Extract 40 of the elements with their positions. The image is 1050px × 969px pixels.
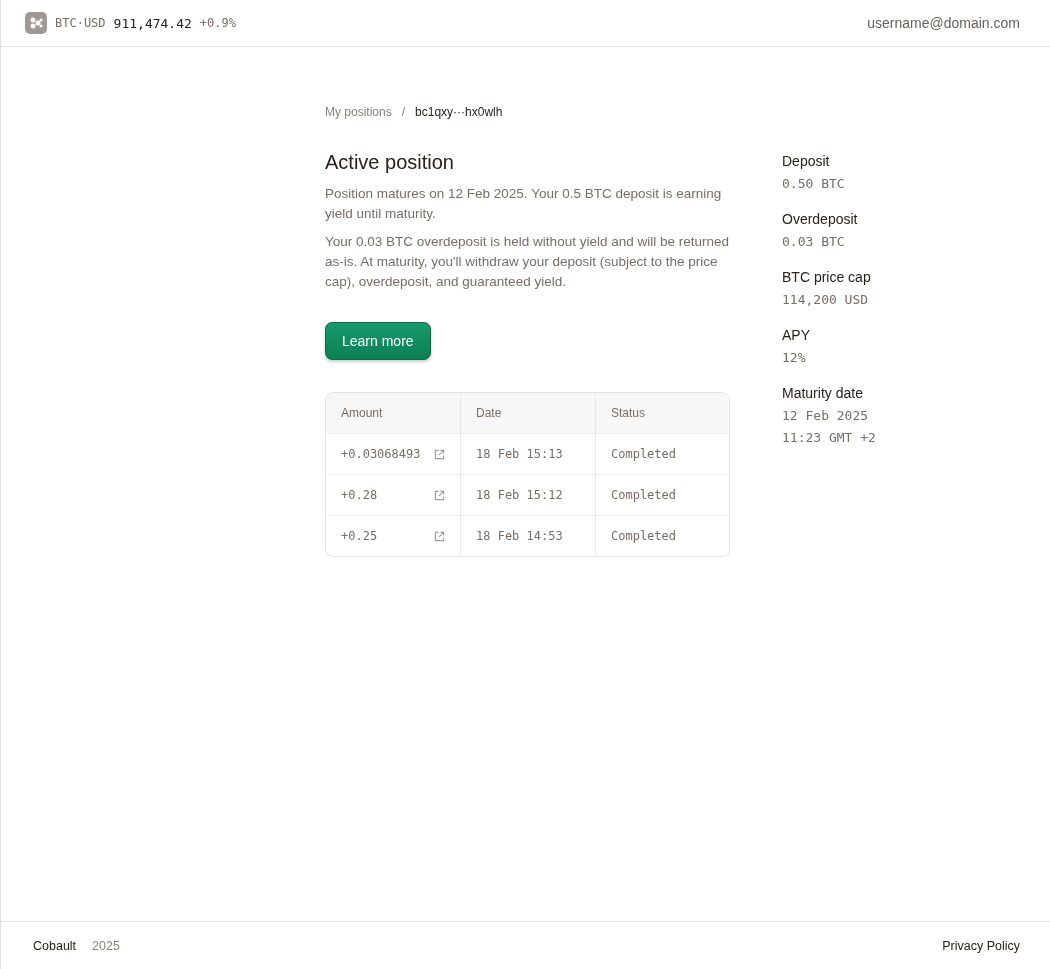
detail-value: 12 Feb 2025 11:23 GMT +2 — [782, 407, 877, 447]
amount-text: +0.28 — [341, 488, 378, 502]
amount-text: +0.25 — [341, 529, 378, 543]
breadcrumb-separator: / — [401, 105, 406, 119]
status-cell: Completed — [596, 515, 729, 556]
external-link-icon[interactable] — [434, 448, 445, 460]
privacy-policy-link[interactable]: Privacy Policy — [942, 938, 1020, 953]
ticker-pair: BTC·USD — [55, 16, 106, 30]
date-cell: 18 Feb 14:53 — [461, 515, 596, 556]
page-title: Active position — [325, 151, 455, 174]
detail-label: Deposit — [782, 153, 831, 169]
breadcrumb-link[interactable]: My positions — [325, 105, 392, 119]
detail-value: 12% — [782, 349, 807, 367]
external-link-icon[interactable] — [434, 530, 445, 542]
detail-value: 114,200 USD — [782, 291, 870, 309]
description-text: Your 0.03 BTC overdeposit is held without yield and will be returned as-is. At maturity, you'll withdraw your deposit (subject to the price cap), overdeposit, and guaranteed yield. — [325, 233, 730, 291]
description-text: Position matures on 12 Feb 2025. Your 0.5 BTC deposit is earning yield until maturity. — [325, 185, 723, 223]
ticker-change: +0.9% — [199, 16, 236, 30]
logo-icon — [25, 12, 47, 34]
external-link-icon[interactable] — [434, 489, 445, 501]
status-cell: Completed — [596, 474, 729, 515]
detail-label: BTC price cap — [782, 269, 872, 285]
detail-label: Maturity date — [782, 385, 864, 401]
ticker-price: 911,474.42 — [113, 15, 192, 31]
copyright-year: 2025 — [92, 938, 120, 953]
account-email[interactable]: username@domain.com — [867, 15, 1020, 31]
learn-more-button[interactable]: Learn more — [325, 322, 431, 360]
breadcrumb-current: bc1qxy···hx0wlh — [415, 105, 503, 119]
column-header: Amount — [326, 393, 461, 433]
column-header: Date — [461, 393, 596, 433]
detail-value: 0.50 BTC — [782, 175, 846, 193]
status-cell: Completed — [596, 433, 729, 474]
detail-label: APY — [782, 327, 811, 343]
brand-name: Cobault — [33, 938, 77, 953]
date-cell: 18 Feb 15:13 — [461, 433, 596, 474]
date-cell: 18 Feb 15:12 — [461, 474, 596, 515]
amount-text: +0.03068493 — [341, 447, 421, 461]
detail-value: 0.03 BTC — [782, 233, 846, 251]
column-header: Status — [596, 393, 729, 433]
detail-label: Overdeposit — [782, 211, 859, 227]
